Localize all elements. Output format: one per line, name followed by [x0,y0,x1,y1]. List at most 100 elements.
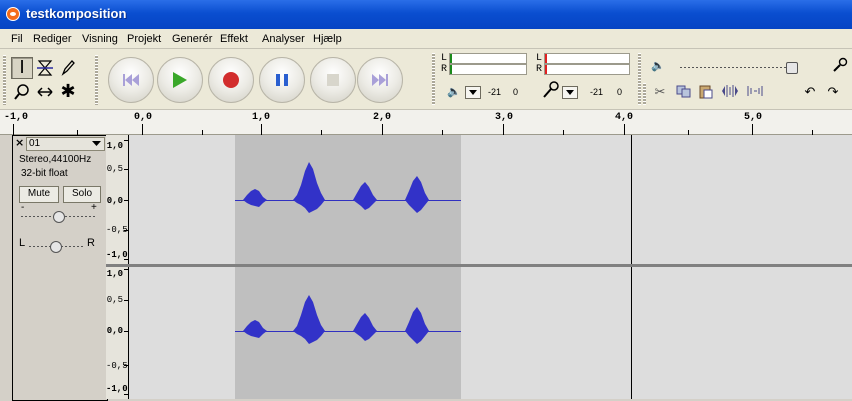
skip-end-icon [358,58,402,102]
waveform [243,162,429,213]
toolbar-grip[interactable] [95,55,98,105]
play-icon [158,58,202,102]
ruler-label: -1,0 [4,112,29,123]
scale-label: -0,5 [106,361,128,371]
waveform [243,295,429,344]
timeshift-tool-icon[interactable] [34,81,56,103]
scale-label: 0,0 [106,196,123,206]
track-name-dropdown[interactable]: 01 [26,137,105,151]
amplitude-ruler-bottom: 1,0 0,5 0,0 -0,5 -1,0 [106,267,129,399]
title-bar[interactable]: testkomposition [0,0,852,29]
redo-icon[interactable]: ↷ [823,84,843,102]
scale-label: 1,0 [106,269,123,279]
output-volume-slider[interactable] [680,67,795,68]
silence-icon[interactable] [745,84,765,102]
trim-icon[interactable] [720,84,740,102]
pause-icon [260,58,304,102]
ruler-label: 0,0 [134,112,153,123]
output-meter-peak [450,54,452,63]
toolbar-grip[interactable] [432,53,435,105]
track-name: 01 [29,138,41,149]
gain-slider-thumb[interactable] [53,211,65,223]
scale-label: 0,5 [106,295,123,305]
play-cursor [631,135,632,264]
input-volume-icon [832,57,848,77]
undo-icon[interactable]: ↶ [800,84,820,102]
close-track-icon[interactable]: × [15,137,24,148]
track-area: × 01 Stereo,44100Hz 32-bit float Mute So… [0,135,852,401]
copy-icon[interactable] [674,84,694,102]
toolbar-grip[interactable] [638,53,641,105]
output-meter-max: 0 [513,87,519,97]
scale-label: 0,0 [106,326,123,336]
track-gutter [0,135,12,399]
input-meter-peak [545,54,547,63]
record-icon [209,58,253,102]
gain-plus-label: + [91,202,97,213]
ruler-label: 5,0 [744,112,763,123]
input-meter-left-bar [544,53,630,64]
ruler-label: 1,0 [252,112,271,123]
track-control-panel[interactable]: × 01 Stereo,44100Hz 32-bit float Mute So… [12,135,108,401]
output-volume-thumb[interactable] [786,62,798,74]
output-volume-icon: 🔈 [651,60,665,72]
toolbar-grip[interactable] [643,83,646,105]
stop-button[interactable] [310,57,356,103]
zoom-tool-icon[interactable] [11,81,33,103]
input-meter-dropdown[interactable] [562,86,578,99]
ruler-label: 2,0 [373,112,392,123]
cut-icon[interactable]: ✂ [650,84,670,102]
input-meter-left-label: L [536,53,543,64]
track-format: Stereo,44100Hz [19,154,92,165]
skip-start-icon [109,58,153,102]
scale-label: 1,0 [106,141,123,151]
app-icon [6,7,20,21]
pan-slider-thumb[interactable] [50,241,62,253]
skip-start-button[interactable] [108,57,154,103]
menu-visning[interactable]: Visning [82,33,118,45]
waveform-channel-right[interactable] [129,267,852,399]
window-title: testkomposition [26,6,127,21]
menu-hjaelp[interactable]: Hjælp [313,33,342,45]
solo-button[interactable]: Solo [63,186,101,203]
output-meter-left-label: L [441,53,448,64]
skip-end-button[interactable] [357,57,403,103]
envelope-tool-icon[interactable] [34,57,56,79]
selection-tool-icon[interactable]: I [11,57,33,79]
output-meter-right-bar [449,64,527,75]
pan-right-label: R [87,237,95,249]
menu-projekt[interactable]: Projekt [127,33,161,45]
paste-icon[interactable] [696,84,716,102]
multi-tool-icon[interactable]: ✱ [57,81,79,103]
output-meter-dropdown[interactable] [465,86,481,99]
mute-button[interactable]: Mute [19,186,59,203]
play-button[interactable] [157,57,203,103]
menu-fil[interactable]: Fil [11,33,23,45]
input-meter-min: -21 [590,87,604,97]
timeline-ruler[interactable]: -1,0 0,0 1,0 2,0 3,0 4,0 5,0 [0,109,852,135]
menu-generer[interactable]: Generér [172,33,212,45]
menu-effekt[interactable]: Effekt [220,33,248,45]
input-meter-right-bar [544,64,630,75]
amplitude-ruler-top: 1,0 0,5 0,0 -0,5 -1,0 [106,135,129,264]
stop-icon [311,58,355,102]
menu-analyser[interactable]: Analyser [262,33,305,45]
scale-label: -1,0 [106,250,128,260]
gain-minus-label: - [21,202,25,213]
output-meter-min: -21 [488,87,502,97]
menu-rediger[interactable]: Rediger [33,33,72,45]
record-button[interactable] [208,57,254,103]
input-meter-right-label: R [536,64,543,75]
ruler-label: 4,0 [615,112,634,123]
pause-button[interactable] [259,57,305,103]
speaker-icon: 🔈 [447,86,461,98]
toolbar-grip[interactable] [3,55,6,105]
input-meter-max: 0 [617,87,623,97]
scale-label: 0,5 [106,164,123,174]
waveform-channel-left[interactable] [129,135,852,264]
ruler-label: 3,0 [495,112,514,123]
draw-tool-icon[interactable] [57,57,79,79]
play-cursor [631,267,632,399]
scale-label: -1,0 [106,384,128,394]
pan-left-label: L [19,237,26,249]
